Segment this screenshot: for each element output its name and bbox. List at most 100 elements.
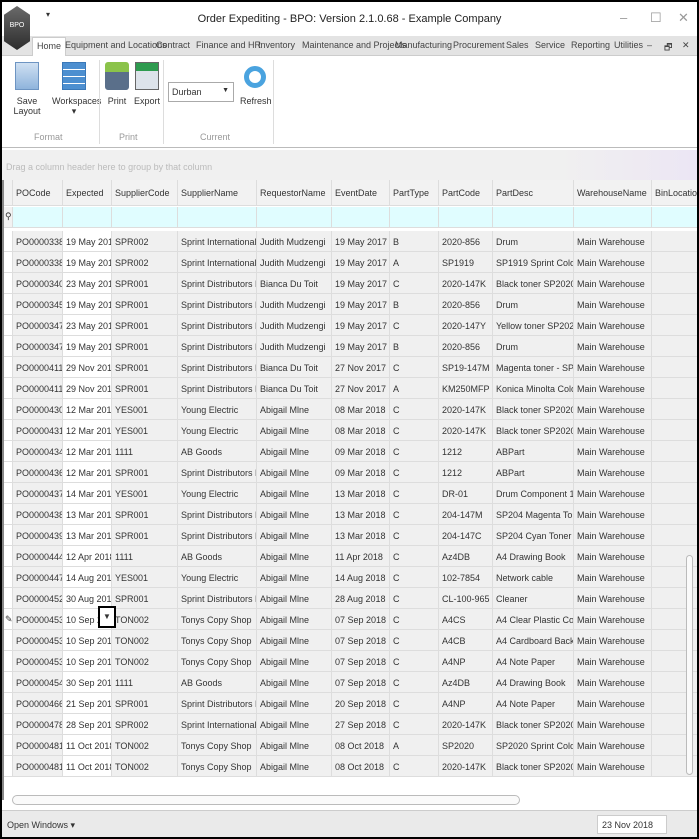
cell-binlocationna[interactable] xyxy=(652,252,697,273)
filter-cell-suppliercode[interactable] xyxy=(112,207,178,228)
cell-requestorname[interactable]: Abigail Mlne xyxy=(257,525,332,546)
cell-parttype[interactable]: B xyxy=(390,294,439,315)
tab-contract[interactable]: Contract xyxy=(156,40,190,50)
cell-suppliercode[interactable]: YES001 xyxy=(112,567,178,588)
cell-warehousename[interactable]: Main Warehouse xyxy=(574,735,652,756)
cell-suppliername[interactable]: Sprint Distributors Local xyxy=(178,693,257,714)
cell-suppliercode[interactable]: SPR001 xyxy=(112,504,178,525)
cell-suppliercode[interactable]: SPR002 xyxy=(112,231,178,252)
cell-expected[interactable]: 14 Mar 2018 xyxy=(63,483,112,504)
cell-suppliercode[interactable]: SPR001 xyxy=(112,378,178,399)
cell-warehousename[interactable]: Main Warehouse xyxy=(574,294,652,315)
column-header-pocode[interactable]: POCode xyxy=(13,180,63,206)
cell-partdesc[interactable]: Network cable xyxy=(493,567,574,588)
cell-warehousename[interactable]: Main Warehouse xyxy=(574,483,652,504)
cell-partdesc[interactable]: SP2020 Sprint Colour ... xyxy=(493,735,574,756)
cell-warehousename[interactable]: Main Warehouse xyxy=(574,546,652,567)
cell-suppliercode[interactable]: SPR001 xyxy=(112,357,178,378)
row-indicator[interactable] xyxy=(4,651,13,672)
cell-pocode[interactable]: PO0000453 xyxy=(13,609,63,630)
cell-parttype[interactable]: C xyxy=(390,588,439,609)
cell-partdesc[interactable]: A4 Drawing Book xyxy=(493,672,574,693)
cell-expected[interactable]: 23 May 2017 xyxy=(63,273,112,294)
cell-partdesc[interactable]: Magenta toner - SP1919 xyxy=(493,357,574,378)
column-header-partcode[interactable]: PartCode xyxy=(439,180,493,206)
cell-warehousename[interactable]: Main Warehouse xyxy=(574,567,652,588)
row-indicator[interactable] xyxy=(4,546,13,567)
row-indicator[interactable] xyxy=(4,588,13,609)
cell-partdesc[interactable]: Black toner SP2020 xyxy=(493,420,574,441)
cell-suppliername[interactable]: Tonys Copy Shop xyxy=(178,651,257,672)
cell-suppliercode[interactable]: SPR002 xyxy=(112,714,178,735)
cell-parttype[interactable]: A xyxy=(390,378,439,399)
cell-parttype[interactable]: C xyxy=(390,672,439,693)
filter-cell-partdesc[interactable] xyxy=(493,207,574,228)
cell-suppliername[interactable]: Sprint Distributors Local xyxy=(178,357,257,378)
cell-partdesc[interactable]: SP204 Cyan Toner xyxy=(493,525,574,546)
cell-partcode[interactable]: 2020-147K xyxy=(439,399,493,420)
cell-pocode[interactable]: PO0000447 xyxy=(13,567,63,588)
row-indicator[interactable] xyxy=(4,357,13,378)
cell-binlocationna[interactable] xyxy=(652,294,697,315)
minimize-button[interactable]: – xyxy=(620,10,627,25)
cell-suppliercode[interactable]: SPR001 xyxy=(112,294,178,315)
cell-partdesc[interactable]: Drum xyxy=(493,336,574,357)
column-header-suppliercode[interactable]: SupplierCode xyxy=(112,180,178,206)
cell-pocode[interactable]: PO0000411 xyxy=(13,357,63,378)
cell-parttype[interactable]: C xyxy=(390,315,439,336)
cell-partcode[interactable]: CL-100-965 xyxy=(439,588,493,609)
cell-parttype[interactable]: C xyxy=(390,357,439,378)
cell-warehousename[interactable]: Main Warehouse xyxy=(574,588,652,609)
cell-binlocationna[interactable] xyxy=(652,483,697,504)
tab-equipment-and-locations[interactable]: Equipment and Locations xyxy=(65,40,167,50)
cell-parttype[interactable]: C xyxy=(390,651,439,672)
mdi-close-button[interactable]: ✕ xyxy=(682,40,690,51)
cell-expected[interactable]: 12 Mar 2018 xyxy=(63,462,112,483)
cell-suppliername[interactable]: Tonys Copy Shop xyxy=(178,756,257,777)
cell-partcode[interactable]: 204-147C xyxy=(439,525,493,546)
cell-partcode[interactable]: DR-01 xyxy=(439,483,493,504)
cell-pocode[interactable]: PO0000347 xyxy=(13,315,63,336)
cell-binlocationna[interactable] xyxy=(652,231,697,252)
cell-partcode[interactable]: SP2020 xyxy=(439,735,493,756)
cell-partcode[interactable]: A4CB xyxy=(439,630,493,651)
row-indicator[interactable] xyxy=(4,567,13,588)
filter-cell-binlocationna[interactable] xyxy=(652,207,697,228)
cell-suppliercode[interactable]: SPR001 xyxy=(112,315,178,336)
cell-requestorname[interactable]: Abigail Mlne xyxy=(257,483,332,504)
filter-cell-requestorname[interactable] xyxy=(257,207,332,228)
cell-pocode[interactable]: PO0000411 xyxy=(13,378,63,399)
cell-suppliercode[interactable]: SPR001 xyxy=(112,588,178,609)
cell-partcode[interactable]: 102-7854 xyxy=(439,567,493,588)
print-button[interactable]: Print xyxy=(104,62,130,106)
filter-cell-eventdate[interactable] xyxy=(332,207,390,228)
cell-suppliername[interactable]: Sprint Distributors Local xyxy=(178,336,257,357)
cell-pocode[interactable]: PO0000481 xyxy=(13,756,63,777)
column-header-parttype[interactable]: PartType xyxy=(390,180,439,206)
maximize-button[interactable]: ☐ xyxy=(650,10,662,26)
row-indicator[interactable] xyxy=(4,273,13,294)
column-header-eventdate[interactable]: EventDate xyxy=(332,180,390,206)
cell-eventdate[interactable]: 14 Aug 2018 xyxy=(332,567,390,588)
cell-pocode[interactable]: PO0000453 xyxy=(13,630,63,651)
cell-pocode[interactable]: PO0000481 xyxy=(13,735,63,756)
cell-partcode[interactable]: 2020-856 xyxy=(439,294,493,315)
cell-partdesc[interactable]: Black toner SP2020 xyxy=(493,714,574,735)
cell-binlocationna[interactable] xyxy=(652,504,697,525)
cell-requestorname[interactable]: Abigail Mlne xyxy=(257,504,332,525)
cell-suppliercode[interactable]: YES001 xyxy=(112,399,178,420)
cell-partcode[interactable]: 204-147M xyxy=(439,504,493,525)
cell-pocode[interactable]: PO0000478 xyxy=(13,714,63,735)
cell-expected[interactable]: 13 Mar 2018 xyxy=(63,525,112,546)
cell-expected[interactable]: 19 May 2017 xyxy=(63,336,112,357)
cell-suppliername[interactable]: AB Goods xyxy=(178,672,257,693)
cell-warehousename[interactable]: Main Warehouse xyxy=(574,462,652,483)
tab-manufacturing[interactable]: Manufacturing xyxy=(395,40,452,50)
cell-requestorname[interactable]: Abigail Mlne xyxy=(257,735,332,756)
cell-requestorname[interactable]: Abigail Mlne xyxy=(257,567,332,588)
cell-binlocationna[interactable] xyxy=(652,525,697,546)
cell-expected[interactable]: 29 Nov 2017 xyxy=(63,378,112,399)
cell-expected[interactable]: 11 Oct 2018 xyxy=(63,735,112,756)
row-indicator[interactable] xyxy=(4,672,13,693)
cell-expected[interactable]: 30 Sep 2018 xyxy=(63,672,112,693)
